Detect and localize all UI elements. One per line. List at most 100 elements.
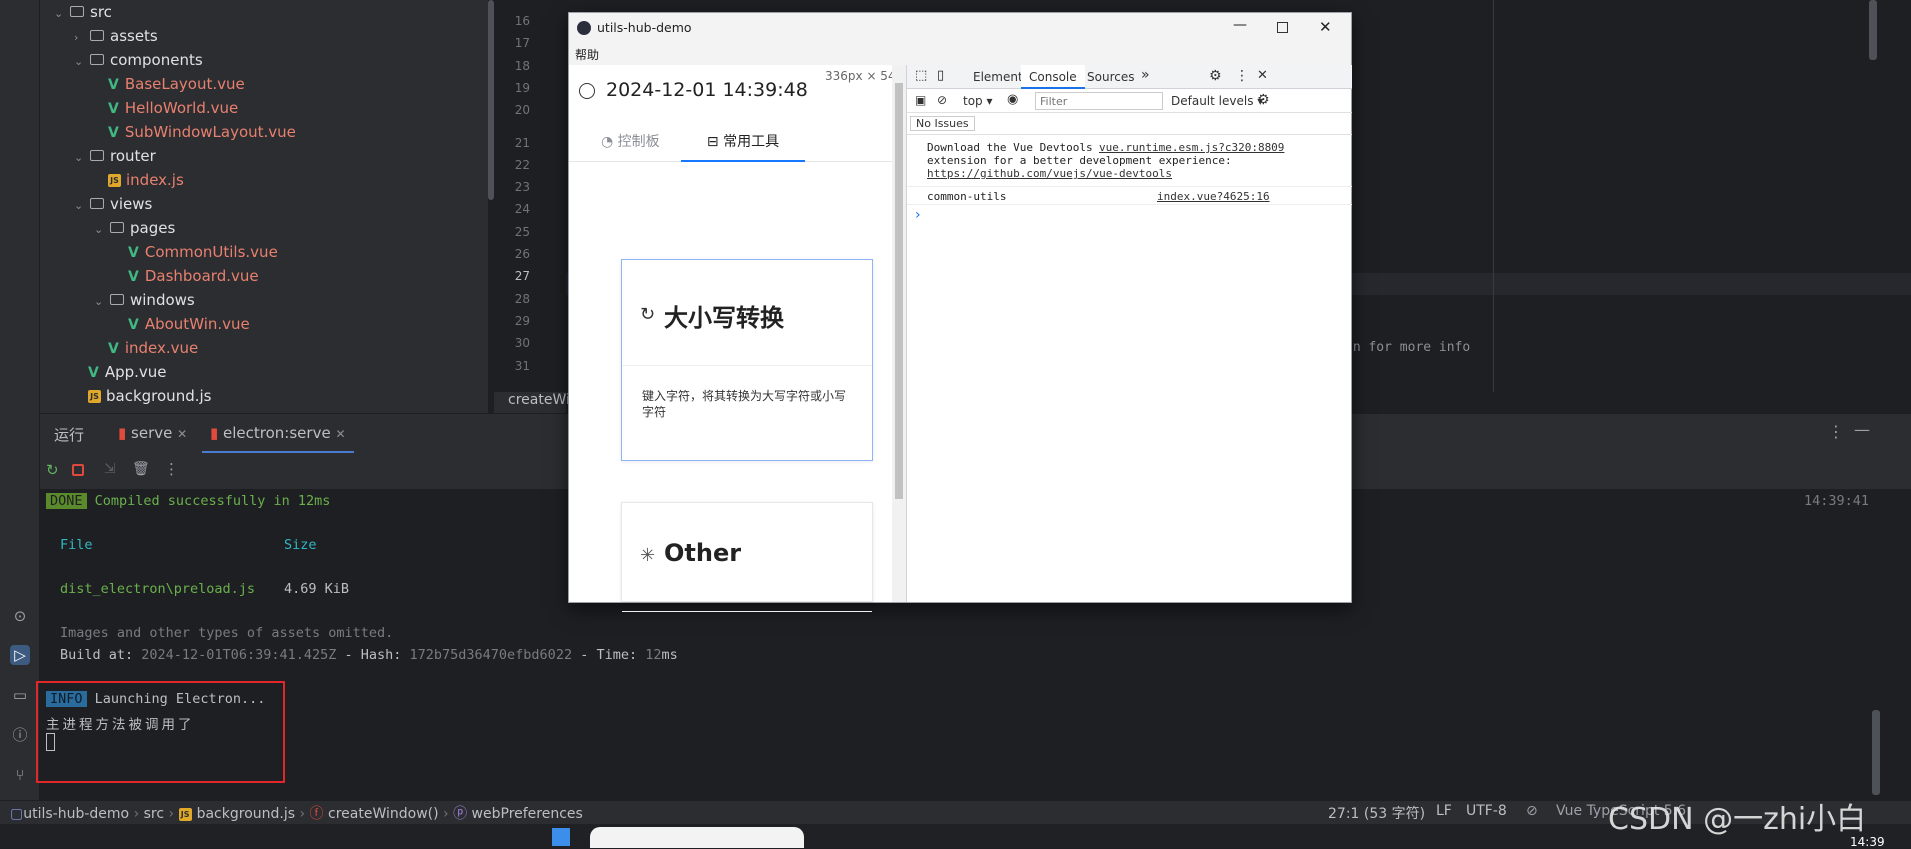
tab-serve-label: serve bbox=[131, 424, 173, 442]
terminal-icon[interactable]: ▭ bbox=[10, 685, 30, 705]
console-filter-input[interactable] bbox=[1035, 92, 1163, 110]
tree-item[interactable]: ⌄ router bbox=[74, 144, 156, 168]
levels-select[interactable]: Default levels ▾ bbox=[1171, 94, 1263, 108]
windows-start-icon[interactable] bbox=[552, 828, 570, 846]
devtools-tab-console[interactable]: Console bbox=[1021, 65, 1085, 89]
git-icon[interactable]: ⑂ bbox=[10, 765, 30, 785]
taskbar-search-input[interactable] bbox=[590, 827, 804, 848]
run-panel-title: 运行 bbox=[54, 426, 85, 444]
folder-icon bbox=[70, 6, 84, 17]
editor-breadcrumb-tab[interactable]: createWin bbox=[494, 392, 579, 413]
services-icon[interactable]: ⊙ bbox=[10, 606, 30, 626]
context-select[interactable]: top ▾ bbox=[963, 94, 993, 108]
tree-item[interactable]: ⌄ components bbox=[74, 48, 203, 72]
more-vertical-icon[interactable]: ⋮ bbox=[1235, 68, 1249, 84]
chevron-down-icon[interactable]: ⌄ bbox=[54, 2, 68, 26]
electron-window: utils-hub-demo — ✕ 帮助 2024-12-01 14:39:4… bbox=[568, 12, 1352, 612]
tree-item[interactable]: JS background.js bbox=[74, 384, 211, 408]
tab-electron-serve[interactable]: ▮ electron:serve ✕ bbox=[202, 422, 354, 454]
breadcrumb-project[interactable]: utils-hub-demo bbox=[23, 806, 129, 822]
card-description: 键入字符，将其转换为大写字符或小写字符 bbox=[642, 389, 847, 419]
more-tabs-icon[interactable]: » bbox=[1141, 67, 1150, 83]
devtools-close-icon[interactable]: ✕ bbox=[1257, 68, 1268, 83]
tree-item[interactable]: V App.vue bbox=[74, 360, 167, 384]
eye-icon[interactable]: ◉ bbox=[1007, 92, 1018, 107]
menu-help[interactable]: 帮助 bbox=[575, 46, 599, 63]
window-minimize-icon[interactable]: — bbox=[1233, 17, 1247, 33]
tree-item[interactable]: ⌄ windows bbox=[94, 288, 195, 312]
window-titlebar[interactable]: utils-hub-demo — ✕ bbox=[569, 13, 1351, 43]
tree-item[interactable]: V Dashboard.vue bbox=[114, 264, 259, 288]
tree-item[interactable]: V AboutWin.vue bbox=[114, 312, 250, 336]
readonly-icon[interactable]: ⊘ bbox=[1526, 803, 1538, 819]
tab-dashboard-label: 控制板 bbox=[617, 134, 660, 150]
chevron-down-icon[interactable]: ⌄ bbox=[74, 194, 88, 218]
message-source-link[interactable]: vue.runtime.esm.js?c320:8809 bbox=[1099, 141, 1284, 154]
chevron-right-icon[interactable]: › bbox=[74, 26, 88, 50]
settings-icon[interactable]: ⚙ bbox=[1209, 68, 1222, 84]
more-vertical-icon[interactable]: ⋮ bbox=[1828, 422, 1844, 441]
device-toggle-icon[interactable]: ▯ bbox=[937, 68, 944, 83]
chevron-down-icon[interactable]: ⌄ bbox=[74, 50, 88, 74]
console-settings-icon[interactable]: ⚙ bbox=[1257, 92, 1270, 108]
problems-icon[interactable]: ⓘ bbox=[10, 725, 30, 745]
console-scrollbar[interactable] bbox=[1872, 710, 1880, 795]
output-file-size: 4.69 KiB bbox=[284, 581, 350, 597]
run-icon[interactable]: ▷ bbox=[10, 645, 30, 665]
stop-icon[interactable] bbox=[72, 464, 84, 476]
sidebar-toggle-icon[interactable]: ▣ bbox=[915, 93, 926, 107]
chevron-down-icon[interactable]: ⌄ bbox=[94, 290, 108, 314]
breadcrumb-property[interactable]: webPreferences bbox=[472, 806, 583, 822]
tree-item-label: components bbox=[110, 51, 203, 69]
devtools-tab-sources[interactable]: Sources bbox=[1087, 70, 1134, 84]
app-scrollbar-thumb[interactable] bbox=[895, 83, 903, 499]
csdn-watermark: CSDN @一zhi小白 bbox=[1608, 802, 1867, 837]
tree-item[interactable]: V HelloWorld.vue bbox=[94, 96, 238, 120]
rerun-icon[interactable]: ↻ bbox=[46, 461, 59, 479]
inspect-icon[interactable]: ⬚ bbox=[915, 68, 927, 83]
line-number: 16 bbox=[514, 14, 530, 28]
tree-item[interactable]: V BaseLayout.vue bbox=[94, 72, 245, 96]
breadcrumb-src[interactable]: src bbox=[144, 806, 164, 822]
close-icon[interactable]: ✕ bbox=[177, 427, 187, 441]
chevron-down-icon[interactable]: ⌄ bbox=[94, 218, 108, 242]
console-prompt[interactable]: › bbox=[915, 207, 921, 223]
breadcrumb-file[interactable]: background.js bbox=[197, 806, 295, 822]
tree-item[interactable]: › assets bbox=[74, 24, 158, 48]
tree-item[interactable]: V CommonUtils.vue bbox=[114, 240, 278, 264]
tab-tools[interactable]: ⊟ 常用工具 bbox=[681, 125, 805, 162]
window-maximize-icon[interactable] bbox=[1277, 22, 1288, 33]
levels-value: Default levels bbox=[1171, 94, 1254, 108]
tree-item[interactable]: JS index.js bbox=[94, 168, 184, 192]
tool-card-case-convert[interactable]: ↻ 大小写转换 键入字符，将其转换为大写字符或小写字符 bbox=[621, 259, 873, 461]
file-encoding[interactable]: UTF-8 bbox=[1466, 803, 1507, 819]
tree-item[interactable]: V SubWindowLayout.vue bbox=[94, 120, 296, 144]
tree-item[interactable]: ⌄ src bbox=[54, 0, 112, 24]
more-vertical-icon[interactable]: ⋮ bbox=[164, 460, 179, 478]
clear-console-icon[interactable]: ⊘ bbox=[937, 93, 947, 107]
tab-electron-serve-label: electron:serve bbox=[223, 424, 331, 442]
window-close-icon[interactable]: ✕ bbox=[1319, 18, 1332, 36]
tab-dashboard[interactable]: ◔ 控制板 bbox=[601, 131, 660, 151]
tab-serve[interactable]: ▮ serve ✕ bbox=[110, 422, 195, 454]
trash-icon[interactable]: 🗑 bbox=[132, 461, 150, 477]
tree-item[interactable]: Vindex.vue bbox=[94, 336, 198, 360]
chevron-down-icon[interactable]: ⌄ bbox=[74, 146, 88, 170]
minimize-icon[interactable]: — bbox=[1854, 420, 1870, 439]
no-issues-button[interactable]: No Issues bbox=[910, 116, 975, 131]
tree-item[interactable]: ⌄ pages bbox=[94, 216, 175, 240]
tool-card-other[interactable]: ✳ Other bbox=[621, 502, 873, 612]
close-icon[interactable]: ✕ bbox=[335, 427, 345, 441]
cursor-position[interactable]: 27:1 (53 字符) bbox=[1328, 803, 1425, 823]
folder-icon bbox=[90, 30, 104, 41]
tree-item[interactable]: ⌄ views bbox=[74, 192, 152, 216]
message-source-link[interactable]: index.vue?4625:16 bbox=[1157, 190, 1270, 203]
line-number: 28 bbox=[514, 291, 530, 306]
line-separator[interactable]: LF bbox=[1436, 803, 1452, 819]
vue-file-icon: V bbox=[128, 317, 139, 333]
devtools-url-link[interactable]: https://github.com/vuejs/vue-devtools bbox=[927, 167, 1172, 180]
editor-scrollbar[interactable] bbox=[1869, 0, 1877, 60]
breadcrumb-function[interactable]: createWindow() bbox=[328, 806, 439, 822]
restore-layout-icon[interactable]: ⇲ bbox=[104, 461, 116, 477]
app-scrollbar-track[interactable] bbox=[892, 65, 906, 602]
